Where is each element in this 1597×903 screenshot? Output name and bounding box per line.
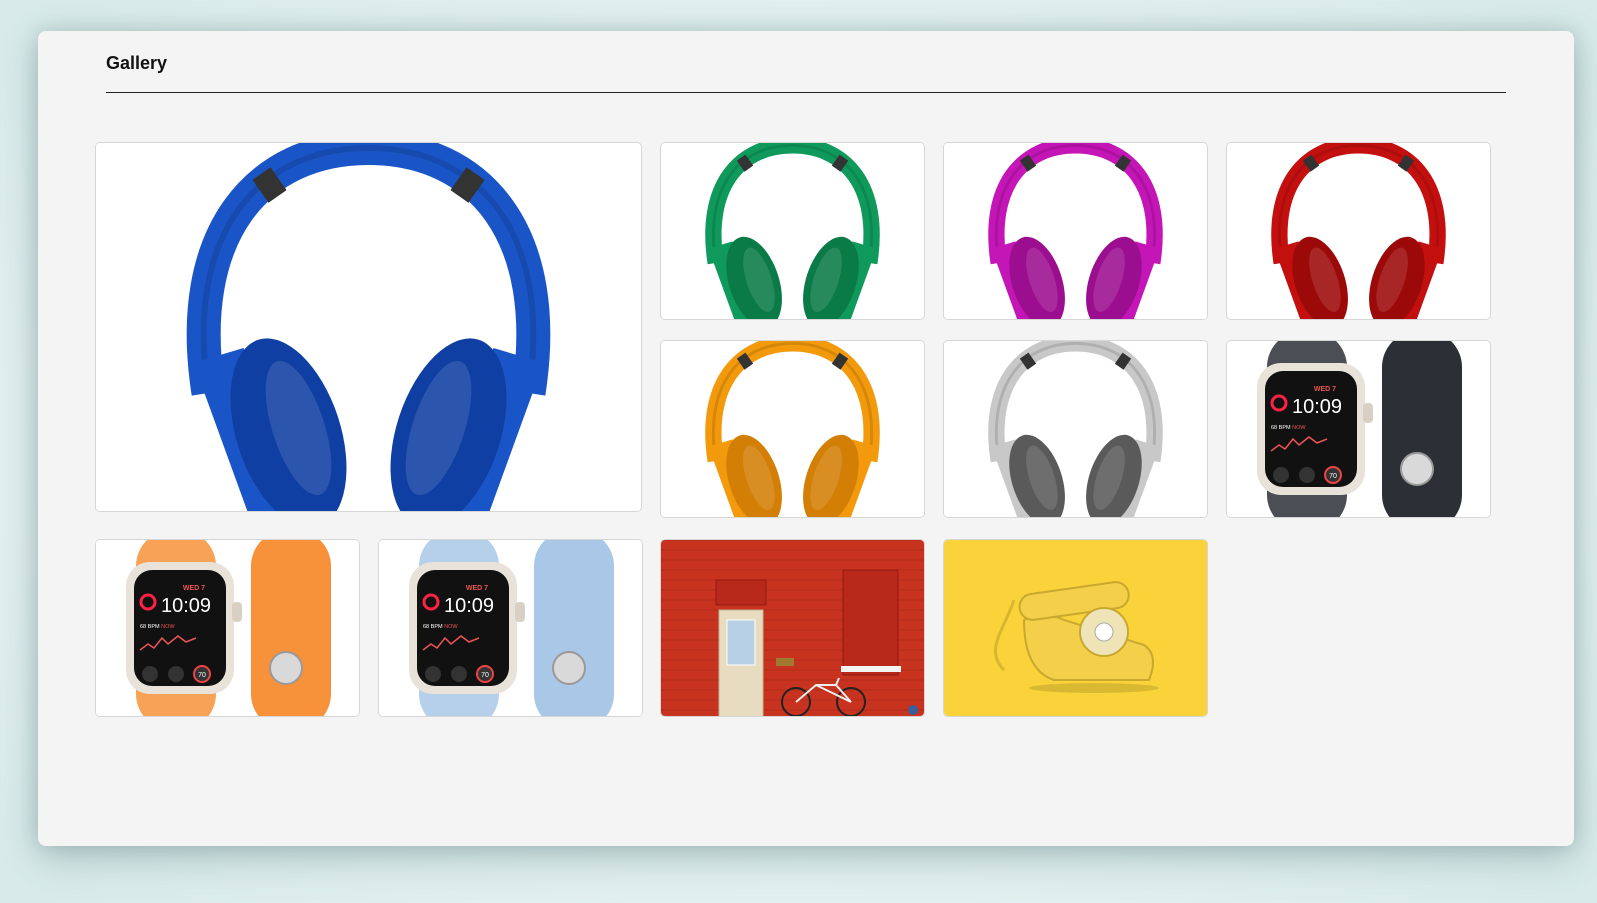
- headphones-image: [1227, 143, 1490, 319]
- svg-text:68 BPM NOW: 68 BPM NOW: [423, 624, 458, 630]
- headphones-image: [944, 341, 1207, 517]
- svg-text:WED 7: WED 7: [466, 585, 488, 592]
- gallery-tile-blue-watch[interactable]: WED 7 10:09 68 BPM NOW 70: [378, 539, 643, 717]
- gallery-tile-magenta-headphones[interactable]: [943, 142, 1208, 320]
- svg-text:10:09: 10:09: [1292, 396, 1342, 418]
- headphones-image: [661, 341, 924, 517]
- gallery-tile-blue-headphones[interactable]: [95, 142, 642, 512]
- svg-text:10:09: 10:09: [161, 595, 211, 617]
- watch-image: WED 7 10:09 68 BPM NOW 70: [96, 540, 359, 716]
- svg-text:70: 70: [1329, 473, 1337, 480]
- svg-text:70: 70: [198, 672, 206, 679]
- svg-text:WED 7: WED 7: [1314, 386, 1336, 393]
- svg-text:68 BPM NOW: 68 BPM NOW: [140, 624, 175, 630]
- svg-text:10:09: 10:09: [444, 595, 494, 617]
- gallery-tile-silver-headphones[interactable]: [943, 340, 1208, 518]
- gallery-tile-yellow-telephone[interactable]: [943, 539, 1208, 717]
- gallery-tile-red-building[interactable]: [660, 539, 925, 717]
- headphones-image: [944, 143, 1207, 319]
- gallery-tile-orange-watch[interactable]: WED 7 10:09 68 BPM NOW 70: [95, 539, 360, 717]
- headphones-image: [661, 143, 924, 319]
- watch-image: WED 7 10:09 68 BPM NOW 70: [1227, 341, 1490, 517]
- svg-text:70: 70: [481, 672, 489, 679]
- building-image: [661, 540, 924, 716]
- watch-image: WED 7 10:09 68 BPM NOW 70: [379, 540, 642, 716]
- svg-text:WED 7: WED 7: [183, 585, 205, 592]
- page-title: Gallery: [106, 53, 168, 73]
- gallery-tile-red-headphones[interactable]: [1226, 142, 1491, 320]
- gallery-tile-midnight-watch[interactable]: WED 7 10:09 68 BPM NOW 70: [1226, 340, 1491, 518]
- gallery-tile-green-headphones[interactable]: [660, 142, 925, 320]
- title-divider: [106, 92, 1506, 93]
- gallery-tile-orange-headphones[interactable]: [660, 340, 925, 518]
- headphones-image: [96, 143, 641, 511]
- telephone-image: [944, 540, 1207, 716]
- svg-text:68 BPM NOW: 68 BPM NOW: [1271, 425, 1306, 431]
